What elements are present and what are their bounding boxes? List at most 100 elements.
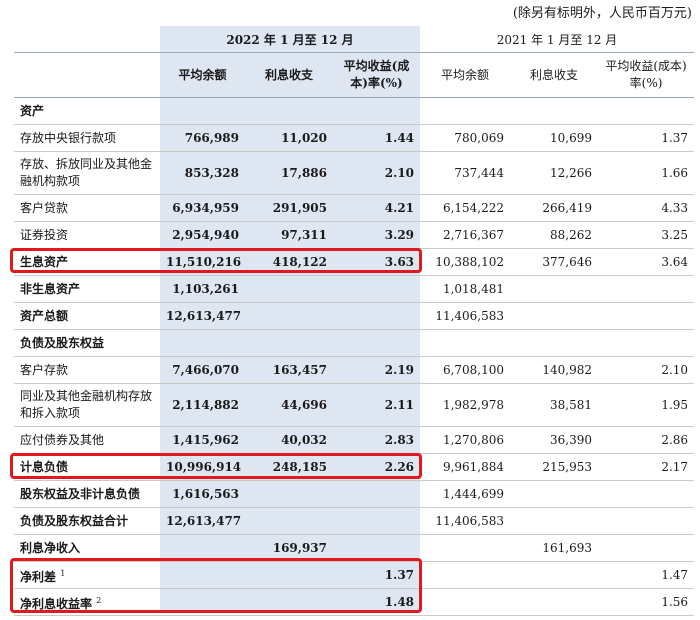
row-label-text: 负债及股东权益合计	[20, 513, 129, 528]
table-row: 资产总额 12,613,477 11,406,583	[14, 302, 695, 330]
row-label: 利息净收入	[14, 534, 160, 562]
header-col-previous-yield: 平均收益(成本)率(%)	[598, 52, 695, 98]
previous-value-cell	[510, 275, 599, 303]
previous-value-cell	[598, 480, 695, 508]
current-value-cell: 2.83	[333, 426, 421, 454]
previous-value-cell: 1,018,481	[420, 275, 511, 303]
previous-value-cell: 1,444,699	[420, 480, 511, 508]
row-label-text: 证券投资	[20, 227, 69, 242]
current-value-cell	[160, 561, 245, 589]
current-value-cell: 12,613,477	[160, 507, 245, 535]
row-label-text: 股东权益及非计息负债	[20, 486, 141, 501]
previous-value-cell: 780,069	[420, 124, 511, 152]
current-value-cell: 1,616,563	[160, 480, 245, 508]
table-row: 生息资产 11,510,216 418,122 3.63 10,388,102 377,6…	[14, 248, 695, 276]
row-label: 生息资产	[14, 248, 160, 276]
previous-value-cell: 2.86	[598, 426, 695, 454]
current-value-cell: 291,905	[245, 194, 333, 222]
previous-value-cell: 10,388,102	[420, 248, 511, 276]
previous-value-cell	[510, 507, 599, 535]
row-label-text: 应付债券及其他	[20, 432, 105, 447]
current-value-cell: 3.63	[333, 248, 421, 276]
row-label-text: 存放中央银行款项	[20, 130, 117, 145]
previous-value-cell	[598, 507, 695, 535]
row-label-text: 净利差	[20, 569, 57, 584]
row-label: 净利差 1	[14, 561, 160, 589]
row-label-text: 资产	[20, 103, 45, 118]
row-label: 资产	[14, 97, 160, 125]
row-label-text: 计息负债	[20, 459, 69, 474]
previous-value-cell	[420, 534, 511, 562]
previous-value-cell	[510, 302, 599, 330]
row-label-text: 客户存款	[20, 362, 69, 377]
previous-value-cell: 2.17	[598, 453, 695, 481]
current-value-cell	[245, 480, 333, 508]
current-value-cell: 3.29	[333, 221, 421, 249]
current-value-cell: 4.21	[333, 194, 421, 222]
row-label: 证券投资	[14, 221, 160, 249]
interest-income-table: 2022 年 1 月至 12 月 2021 年 1 月至 12 月 平均余额 利…	[14, 26, 695, 616]
previous-value-cell: 1.66	[598, 151, 695, 195]
row-label-text: 非生息资产	[20, 281, 81, 296]
row-label: 客户存款	[14, 356, 160, 384]
current-value-cell	[160, 329, 245, 357]
current-value-cell	[245, 97, 333, 125]
header-empty	[14, 26, 160, 53]
current-value-cell: 1.48	[333, 588, 421, 616]
table-row: 存放、拆放同业及其他金融机构款项 853,328 17,886 2.10 737,444…	[14, 151, 695, 195]
table-row: 负债及股东权益合计 12,613,477 11,406,583	[14, 507, 695, 535]
current-value-cell: 12,613,477	[160, 302, 245, 330]
row-label-text: 负债及股东权益	[20, 335, 105, 350]
current-value-cell: 1,103,261	[160, 275, 245, 303]
row-label-text: 生息资产	[20, 254, 69, 269]
current-value-cell	[245, 561, 333, 589]
current-value-cell: 2.19	[333, 356, 421, 384]
current-value-cell	[333, 534, 421, 562]
previous-value-cell	[598, 534, 695, 562]
row-label: 存放、拆放同业及其他金融机构款项	[14, 151, 160, 195]
row-label: 非生息资产	[14, 275, 160, 303]
current-value-cell: 44,696	[245, 383, 333, 427]
previous-value-cell: 2,716,367	[420, 221, 511, 249]
previous-value-cell	[420, 588, 511, 616]
previous-value-cell: 1.47	[598, 561, 695, 589]
header-current-period: 2022 年 1 月至 12 月	[160, 26, 421, 53]
header-empty	[14, 52, 160, 98]
footnote-marker: 1	[60, 568, 66, 578]
row-label: 客户贷款	[14, 194, 160, 222]
previous-value-cell: 215,953	[510, 453, 599, 481]
table-row: 证券投资 2,954,940 97,311 3.29 2,716,367 88,262 3.…	[14, 221, 695, 249]
row-label-text: 同业及其他金融机构存放和拆入款项	[20, 389, 153, 420]
previous-value-cell	[420, 97, 511, 125]
current-value-cell	[245, 588, 333, 616]
previous-value-cell: 1.37	[598, 124, 695, 152]
current-value-cell: 2,954,940	[160, 221, 245, 249]
current-value-cell	[333, 97, 421, 125]
table-row: 资产	[14, 97, 695, 125]
table-row: 负债及股东权益	[14, 329, 695, 357]
current-value-cell: 2.10	[333, 151, 421, 195]
table-row: 净利差 1 1.37 1.47	[14, 561, 695, 589]
previous-value-cell: 9,961,884	[420, 453, 511, 481]
previous-value-cell: 88,262	[510, 221, 599, 249]
previous-value-cell: 3.25	[598, 221, 695, 249]
current-value-cell	[333, 480, 421, 508]
current-value-cell: 11,020	[245, 124, 333, 152]
header-columns-row: 平均余额 利息收支 平均收益(成本)率(%) 平均余额 利息收支 平均收益(成本…	[14, 52, 695, 98]
row-label: 计息负债	[14, 453, 160, 481]
previous-value-cell: 3.64	[598, 248, 695, 276]
header-col-current-yield: 平均收益(成本)率(%)	[333, 52, 421, 98]
current-value-cell: 6,934,959	[160, 194, 245, 222]
current-value-cell: 418,122	[245, 248, 333, 276]
previous-value-cell: 36,390	[510, 426, 599, 454]
header-previous-period: 2021 年 1 月至 12 月	[420, 26, 695, 53]
header-col-current-interest: 利息收支	[245, 52, 333, 98]
current-value-cell	[245, 507, 333, 535]
row-label: 净利息收益率 2	[14, 588, 160, 616]
table-row: 计息负债 10,996,914 248,185 2.26 9,961,884 215,95…	[14, 453, 695, 481]
table-row: 非生息资产 1,103,261 1,018,481	[14, 275, 695, 303]
previous-value-cell	[598, 302, 695, 330]
row-label: 应付债券及其他	[14, 426, 160, 454]
previous-value-cell: 737,444	[420, 151, 511, 195]
header-period-row: 2022 年 1 月至 12 月 2021 年 1 月至 12 月	[14, 26, 695, 53]
